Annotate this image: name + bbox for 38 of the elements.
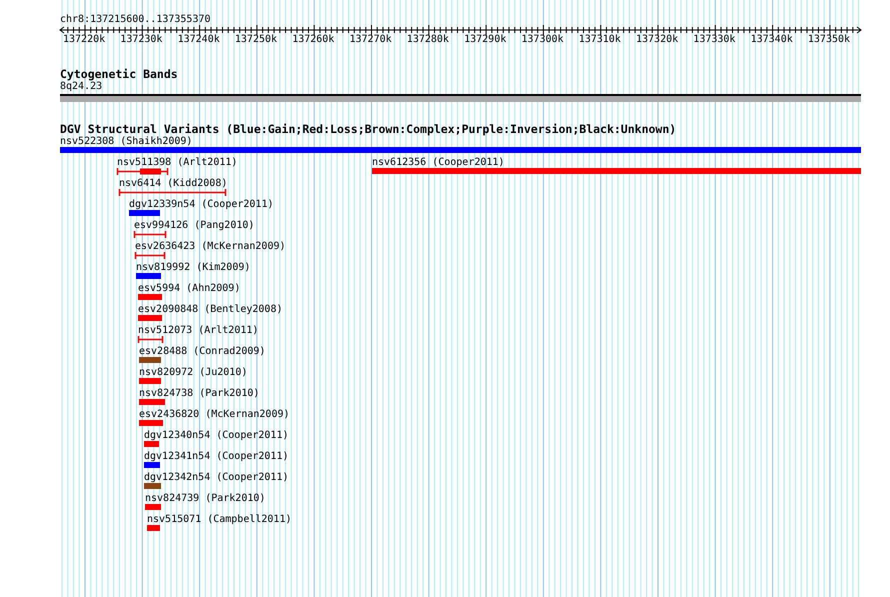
ruler-label: 137300k [521,34,564,46]
ruler-label: 137330k [693,34,736,46]
variant-label[interactable]: dgv12341n54 (Cooper2011) [144,451,288,462]
track-title: DGV Structural Variants (Blue:Gain;Red:Loss;Brown:Complex;Purple:Inversion;Black:Unknown) [60,123,676,136]
ruler-label: 137280k [406,34,449,46]
location-text: chr8:137215600..137355370 [60,14,211,26]
ruler-label: 137270k [350,34,392,46]
variant-label[interactable]: dgv12340n54 (Cooper2011) [144,430,288,441]
ruler-label: 137260k [292,34,334,46]
variant-label[interactable]: nsv612356 (Cooper2011) [372,157,504,168]
band-label: 8q24.23 [60,81,102,92]
track-title: Cytogenetic Bands [60,68,178,81]
ruler-label: 137220k [63,34,106,46]
variant-label[interactable]: dgv12342n54 (Cooper2011) [144,472,288,483]
variant-label[interactable]: esv2636423 (McKernan2009) [135,241,286,252]
ruler-label: 137230k [120,34,162,46]
ruler-label: 137290k [464,34,506,46]
ruler-label: 137240k [178,34,220,46]
variant-label[interactable]: nsv824739 (Park2010) [145,493,266,504]
variant-label[interactable]: nsv522308 (Shaikh2009) [60,136,192,147]
ruler-label: 137250k [234,34,278,46]
variant-label[interactable]: esv28488 (Conrad2009) [139,346,266,357]
variant-label[interactable]: esv994126 (Pang2010) [134,220,254,231]
variant-label[interactable]: esv5994 (Ahn2009) [138,283,240,294]
variant-label[interactable]: nsv820972 (Ju2010) [139,367,248,378]
variant-label[interactable]: nsv819992 (Kim2009) [136,262,250,273]
ruler-label: 137320k [636,34,678,46]
variant-label[interactable]: nsv512073 (Arlt2011) [138,325,258,336]
variant-label[interactable]: nsv515071 (Campbell2011) [147,514,292,525]
variant-label[interactable]: nsv6414 (Kidd2008) [119,178,228,189]
variant-label[interactable]: esv2436820 (McKernan2009) [139,409,290,420]
ruler-label: 137350k [808,34,850,46]
ruler-label: 137340k [750,34,793,46]
variant-label[interactable]: dgv12339n54 (Cooper2011) [129,199,274,210]
ruler-label: 137310k [578,34,621,46]
variant-label[interactable]: esv2090848 (Bentley2008) [138,304,282,315]
variant-label[interactable]: nsv511398 (Arlt2011) [117,157,238,168]
variant-label[interactable]: nsv824738 (Park2010) [139,388,260,399]
